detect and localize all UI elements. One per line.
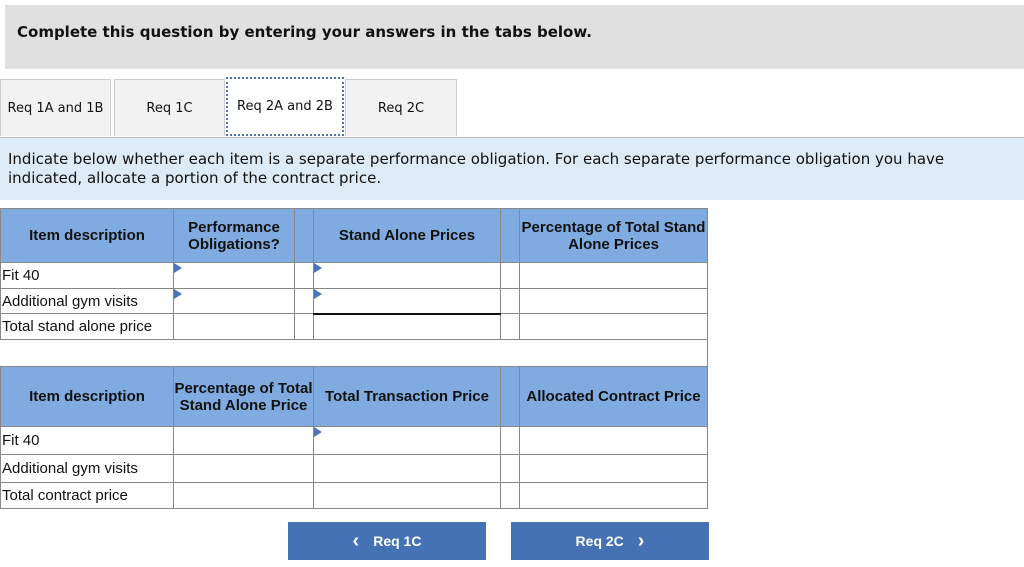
dropdown-indicator-icon bbox=[314, 263, 322, 273]
dropdown-indicator-icon bbox=[174, 263, 182, 273]
table-row: Additional gym visits bbox=[0, 454, 708, 483]
header-stand-alone-prices: Stand Alone Prices bbox=[313, 208, 501, 263]
table-row: Fit 40 bbox=[0, 262, 708, 289]
transaction-price-dropdown[interactable] bbox=[313, 426, 501, 455]
stand-alone-price-dropdown[interactable] bbox=[313, 288, 501, 315]
dropdown-indicator-icon bbox=[174, 289, 182, 299]
chevron-right-icon: › bbox=[637, 529, 645, 552]
total-stand-alone-input[interactable] bbox=[313, 313, 501, 340]
tab-req-1a-1b[interactable]: Req 1A and 1B bbox=[0, 79, 111, 136]
question-banner: Complete this question by entering your … bbox=[5, 5, 1024, 69]
tab-req-2c[interactable]: Req 2C bbox=[345, 79, 457, 136]
tab-req-1c[interactable]: Req 1C bbox=[114, 79, 225, 136]
chevron-left-icon: ‹ bbox=[352, 529, 360, 552]
allocation-table: Item description Percentage of Total Sta… bbox=[0, 366, 708, 509]
table-row: Total contract price bbox=[0, 482, 708, 509]
banner-text: Complete this question by entering your … bbox=[17, 23, 592, 41]
stand-alone-price-dropdown[interactable] bbox=[313, 262, 501, 289]
header-total-transaction-price: Total Transaction Price bbox=[313, 366, 501, 427]
header-performance-obligations: Performance Obligations? bbox=[173, 208, 295, 263]
percentage-input[interactable] bbox=[519, 288, 708, 314]
prev-label: Req 1C bbox=[373, 533, 422, 549]
performance-obligation-dropdown[interactable] bbox=[173, 262, 295, 289]
dropdown-indicator-icon bbox=[314, 427, 322, 437]
header-allocated-contract-price: Allocated Contract Price bbox=[519, 366, 708, 427]
percentage-input[interactable] bbox=[173, 426, 314, 455]
dropdown-indicator-icon bbox=[314, 289, 322, 299]
row-label: Fit 40 bbox=[0, 262, 174, 289]
total-allocated-input[interactable] bbox=[519, 482, 708, 509]
spacer-row bbox=[0, 339, 708, 367]
percentage-input[interactable] bbox=[173, 454, 314, 483]
tab-req-2a-2b[interactable]: Req 2A and 2B bbox=[226, 77, 344, 136]
table-row: Total stand alone price bbox=[0, 313, 708, 340]
next-req-2c-button[interactable]: Req 2C › bbox=[511, 522, 709, 560]
tab-bar: Req 1A and 1B Req 1C Req 2A and 2B Req 2… bbox=[0, 77, 1024, 138]
total-percentage-input[interactable] bbox=[519, 313, 708, 340]
row-label: Total stand alone price bbox=[0, 313, 174, 340]
instructions: Indicate below whether each item is a se… bbox=[0, 138, 1024, 200]
row-label: Additional gym visits bbox=[0, 288, 174, 314]
table-row: Fit 40 bbox=[0, 426, 708, 455]
table-row: Additional gym visits bbox=[0, 288, 708, 315]
row-label: Total contract price bbox=[0, 482, 174, 509]
prev-req-1c-button[interactable]: ‹ Req 1C bbox=[288, 522, 486, 560]
total-input[interactable] bbox=[173, 313, 295, 340]
allocated-price-input[interactable] bbox=[519, 454, 708, 483]
total-percentage-input[interactable] bbox=[173, 482, 314, 509]
header-percentage: Percentage of Total Stand Alone Prices bbox=[519, 208, 708, 263]
percentage-input[interactable] bbox=[519, 262, 708, 289]
header-percentage-total: Percentage of Total Stand Alone Price bbox=[173, 366, 314, 427]
transaction-price-input[interactable] bbox=[313, 454, 501, 483]
instructions-text: Indicate below whether each item is a se… bbox=[8, 150, 945, 187]
total-transaction-input[interactable] bbox=[313, 482, 501, 509]
allocated-price-input[interactable] bbox=[519, 426, 708, 455]
next-label: Req 2C bbox=[575, 533, 624, 549]
performance-obligation-dropdown[interactable] bbox=[173, 288, 295, 314]
row-label: Additional gym visits bbox=[0, 454, 174, 483]
row-label: Fit 40 bbox=[0, 426, 174, 455]
header-item-description: Item description bbox=[0, 366, 174, 427]
header-item-description: Item description bbox=[0, 208, 174, 263]
standalone-price-table: Item description Performance Obligations… bbox=[0, 208, 708, 367]
